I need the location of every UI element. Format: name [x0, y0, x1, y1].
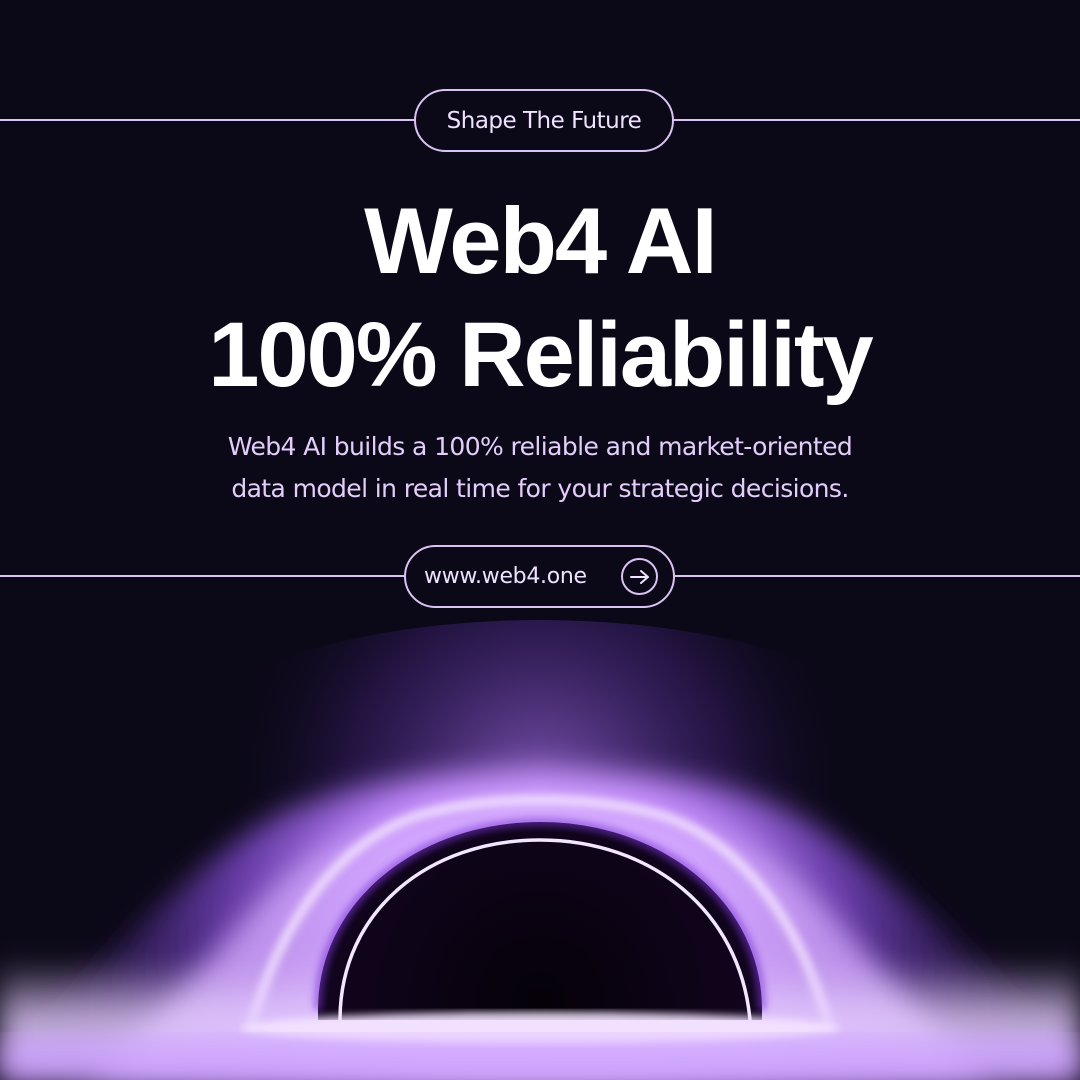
description: Web4 AI builds a 100% reliable and marke… — [140, 426, 940, 510]
headline-line2: 100% Reliability — [208, 304, 873, 406]
eclipse-glow-art — [0, 620, 1080, 1080]
top-divider-left — [0, 119, 414, 121]
poster-canvas: Shape The Future Web4 AI 100% Reliabilit… — [0, 0, 1080, 1080]
bottom-divider-left — [0, 575, 404, 577]
arrow-right-icon — [621, 558, 658, 595]
headline-line1: Web4 AI — [364, 188, 718, 293]
tagline-pill: Shape The Future — [414, 89, 674, 152]
bottom-divider-right — [675, 575, 1080, 577]
description-line2: data model in real time for your strateg… — [231, 474, 849, 503]
top-divider-right — [674, 119, 1080, 121]
website-link-button[interactable]: www.web4.one — [404, 545, 675, 608]
description-line1: Web4 AI builds a 100% reliable and marke… — [227, 432, 853, 461]
tagline-text: Shape The Future — [446, 107, 642, 134]
website-url: www.web4.one — [424, 564, 587, 589]
